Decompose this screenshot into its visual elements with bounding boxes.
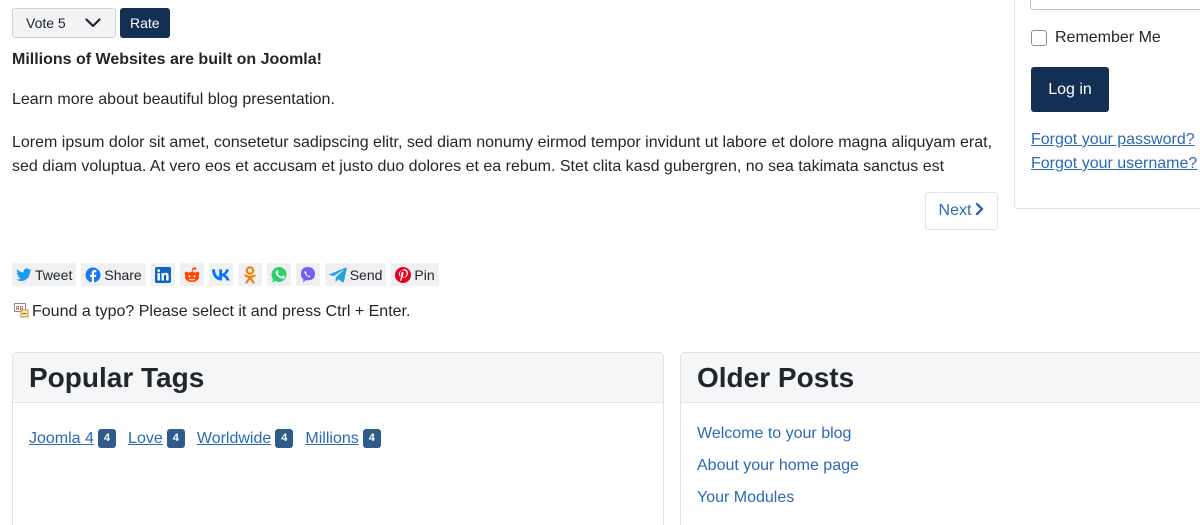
viber-icon <box>299 266 317 284</box>
vote-select[interactable]: Vote 5 <box>12 8 116 38</box>
linkedin-button[interactable] <box>150 263 175 286</box>
chevron-right-icon <box>975 202 984 221</box>
typo-notice: ЯЯ Found a typo? Please select it and pr… <box>13 303 410 321</box>
older-posts-header: Older Posts <box>681 353 1200 403</box>
whatsapp-icon <box>270 266 288 284</box>
remember-me-label: Remember Me <box>1055 29 1161 46</box>
reddit-button[interactable] <box>179 263 204 286</box>
viber-button[interactable] <box>295 263 320 286</box>
list-item: About your home page <box>697 457 1200 489</box>
list-item: Your Modules <box>697 489 1200 521</box>
next-label: Next <box>938 202 972 219</box>
linkedin-icon <box>154 266 171 283</box>
tag-link[interactable]: Joomla 4 <box>29 430 94 448</box>
remember-me[interactable]: Remember Me <box>1031 29 1161 47</box>
tweet-label: Tweet <box>35 266 73 283</box>
telegram-icon <box>328 267 347 283</box>
tag-item: Worldwide 4 <box>197 429 294 448</box>
article-intro: Learn more about beautiful blog presenta… <box>12 91 335 108</box>
whatsapp-button[interactable] <box>266 263 291 286</box>
share-buttons: Tweet Share Send Pin <box>12 263 439 286</box>
article-title: Millions of Websites are built on Joomla… <box>12 51 322 68</box>
tag-link[interactable]: Worldwide <box>197 430 271 448</box>
facebook-icon <box>85 267 101 283</box>
reddit-icon <box>183 266 201 284</box>
tag-link[interactable]: Millions <box>305 430 358 448</box>
share-label: Share <box>104 266 142 283</box>
older-post-link[interactable]: Welcome to your blog <box>697 425 851 442</box>
pinterest-icon <box>395 266 412 283</box>
older-posts-list: Welcome to your blog About your home pag… <box>681 403 1200 521</box>
pinterest-pin-button[interactable]: Pin <box>391 263 439 286</box>
forgot-username-link[interactable]: Forgot your username? <box>1031 155 1197 173</box>
chevron-down-icon <box>85 18 101 28</box>
typo-notice-text: Found a typo? Please select it and press… <box>32 303 411 320</box>
tweet-button[interactable]: Tweet <box>12 263 77 286</box>
popular-tags-module: Popular Tags Joomla 4 4 Love 4 Worldwide… <box>12 352 664 525</box>
article-body: Lorem ipsum dolor sit amet, consetetur s… <box>12 134 993 175</box>
tag-count-badge: 4 <box>275 429 294 448</box>
older-post-link[interactable]: Your Modules <box>697 489 794 506</box>
page: Vote 5 Rate Millions of Websites are bui… <box>0 0 1200 525</box>
login-button[interactable]: Log in <box>1031 67 1109 112</box>
list-item: Welcome to your blog <box>697 425 1200 457</box>
tag-count-badge: 4 <box>362 429 381 448</box>
popular-tags-header: Popular Tags <box>13 353 663 403</box>
tag-item: Millions 4 <box>305 429 381 448</box>
tag-count-badge: 4 <box>97 429 117 448</box>
odnoklassniki-icon <box>244 265 256 284</box>
vk-icon <box>211 268 230 281</box>
odnoklassniki-button[interactable] <box>237 263 262 286</box>
older-post-link[interactable]: About your home page <box>697 457 859 474</box>
tag-item: Joomla 4 4 <box>29 429 117 448</box>
password-field[interactable] <box>1030 0 1200 10</box>
pin-label: Pin <box>414 266 435 283</box>
facebook-share-button[interactable]: Share <box>81 263 146 286</box>
vk-button[interactable] <box>208 263 233 286</box>
twitter-icon <box>16 267 32 282</box>
tag-link[interactable]: Love <box>128 430 163 448</box>
typo-report-icon: ЯЯ <box>13 302 31 320</box>
send-label: Send <box>349 266 383 283</box>
tag-list: Joomla 4 4 Love 4 Worldwide 4 Millions 4 <box>13 403 663 448</box>
older-posts-title: Older Posts <box>697 361 855 393</box>
forgot-password-link[interactable]: Forgot your password? <box>1031 131 1195 149</box>
next-button[interactable]: Next <box>925 192 998 230</box>
older-posts-module: Older Posts Welcome to your blog About y… <box>680 352 1200 525</box>
popular-tags-title: Popular Tags <box>29 361 205 393</box>
vote-row: Vote 5 Rate <box>12 8 170 38</box>
vote-select-value: Vote 5 <box>26 15 66 31</box>
telegram-send-button[interactable]: Send <box>324 263 387 286</box>
remember-me-checkbox[interactable] <box>1031 30 1047 46</box>
tag-count-badge: 4 <box>166 429 185 448</box>
rate-button[interactable]: Rate <box>120 8 170 38</box>
tag-item: Love 4 <box>128 429 185 448</box>
